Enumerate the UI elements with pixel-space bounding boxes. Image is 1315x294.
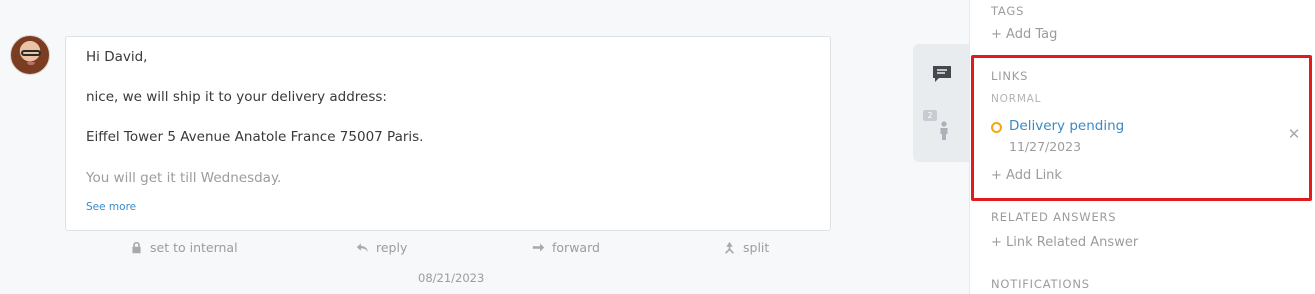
person-icon xyxy=(940,121,947,140)
forward-button[interactable]: forward xyxy=(532,240,600,255)
avatar-mouth xyxy=(27,62,35,65)
add-link-button[interactable]: + Add Link xyxy=(991,168,1062,183)
links-title: LINKS xyxy=(991,69,1029,83)
reply-icon xyxy=(356,243,368,252)
customer-avatar[interactable] xyxy=(10,35,50,75)
tab-customer[interactable]: 2 xyxy=(913,102,970,158)
links-group-normal: NORMAL xyxy=(991,93,1042,105)
set-internal-label: set to internal xyxy=(150,240,238,255)
chat-bubble-icon xyxy=(932,66,951,82)
related-answers-title: RELATED ANSWERS xyxy=(991,210,1117,224)
sidebar-tabs: 2 xyxy=(913,44,970,162)
article-line-address: Eiffel Tower 5 Avenue Anatole France 750… xyxy=(86,129,424,145)
article-line-eta: You will get it till Wednesday. xyxy=(86,170,282,186)
article-line-shipping: nice, we will ship it to your delivery a… xyxy=(86,89,387,105)
pending-status-icon xyxy=(991,122,1002,133)
link-title[interactable]: Delivery pending xyxy=(1009,118,1124,134)
forward-arrow-icon xyxy=(532,243,545,252)
article-actions: set to internal reply forward split xyxy=(0,240,900,260)
split-label: split xyxy=(743,240,770,255)
link-related-answer-button[interactable]: + Link Related Answer xyxy=(991,235,1138,250)
tab-conversation[interactable] xyxy=(913,46,970,102)
article-body: Hi David, nice, we will ship it to your … xyxy=(65,36,831,231)
see-more-link[interactable]: See more xyxy=(86,201,136,213)
reply-button[interactable]: reply xyxy=(356,240,407,255)
avatar-glasses xyxy=(21,50,41,56)
add-tag-button[interactable]: + Add Tag xyxy=(991,27,1057,42)
split-icon xyxy=(725,241,734,254)
customer-tab-badge: 2 xyxy=(923,110,937,121)
article-line-greeting: Hi David, xyxy=(86,49,148,65)
forward-label: forward xyxy=(552,240,600,255)
notifications-title: NOTIFICATIONS xyxy=(991,277,1090,291)
remove-link-icon[interactable]: ✕ xyxy=(1287,127,1301,142)
split-button[interactable]: split xyxy=(723,240,769,255)
article-date: 08/21/2023 xyxy=(418,271,485,285)
reply-label: reply xyxy=(376,240,408,255)
set-internal-button[interactable]: set to internal xyxy=(130,240,238,255)
tags-title: TAGS xyxy=(991,4,1025,18)
link-item: Delivery pending 11/27/2023 ✕ xyxy=(991,118,1301,158)
link-date: 11/27/2023 xyxy=(1009,139,1082,154)
lock-icon xyxy=(132,241,141,254)
ticket-sidebar: TAGS + Add Tag LINKS NORMAL Delivery pen… xyxy=(969,0,1315,294)
